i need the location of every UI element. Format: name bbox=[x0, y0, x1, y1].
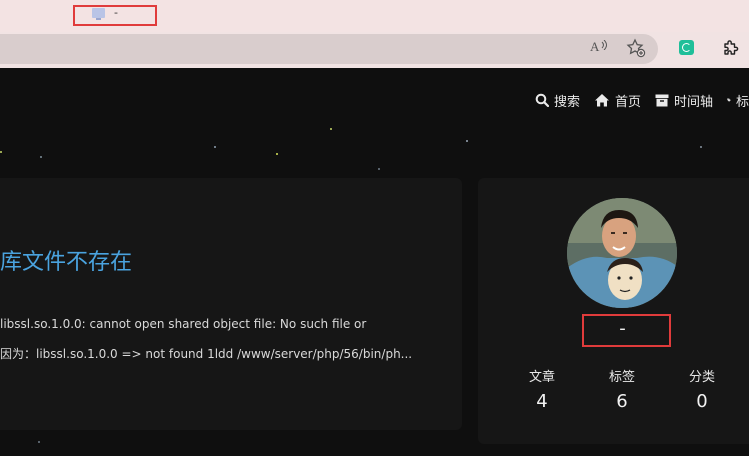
read-aloud-icon[interactable]: A bbox=[590, 39, 610, 57]
profile-name[interactable]: - bbox=[478, 318, 749, 339]
nav-home-label: 首页 bbox=[614, 94, 641, 110]
extension-icon[interactable] bbox=[679, 40, 694, 55]
nav-tags-label: 标 bbox=[735, 94, 749, 110]
top-navigation: 搜索 首页 时间轴 标 bbox=[535, 90, 749, 110]
favorite-icon[interactable] bbox=[626, 38, 646, 58]
archive-icon bbox=[655, 94, 669, 106]
address-bar[interactable] bbox=[0, 34, 658, 64]
star-decoration bbox=[700, 146, 702, 148]
post-card[interactable]: 库文件不存在 libssl.so.1.0.0: cannot open shar… bbox=[0, 178, 462, 430]
star-decoration bbox=[38, 441, 40, 443]
star-decoration bbox=[330, 128, 332, 130]
home-icon bbox=[594, 94, 609, 107]
stat-label: 分类 bbox=[688, 370, 715, 385]
browser-toolbar: A bbox=[0, 32, 749, 68]
blog-page: 搜索 首页 时间轴 标 库文件不存在 libssl.so.1.0.0: cann… bbox=[0, 68, 749, 456]
star-decoration bbox=[276, 153, 278, 155]
tab-title[interactable]: - bbox=[114, 6, 118, 19]
nav-search[interactable]: 搜索 bbox=[535, 91, 580, 110]
stat-value: 6 bbox=[616, 391, 628, 412]
post-excerpt-line: 因为：libssl.so.1.0.0 => not found 1ldd /ww… bbox=[0, 347, 413, 361]
search-icon bbox=[535, 93, 549, 107]
stat-label: 标签 bbox=[608, 370, 635, 385]
star-decoration bbox=[378, 168, 380, 170]
nav-home[interactable]: 首页 bbox=[594, 91, 641, 110]
avatar[interactable] bbox=[567, 198, 677, 308]
star-decoration bbox=[0, 151, 2, 153]
post-excerpt-line: libssl.so.1.0.0: cannot open shared obje… bbox=[0, 317, 367, 331]
star-decoration bbox=[40, 156, 42, 158]
stat-tags[interactable]: 标签 6 bbox=[592, 366, 652, 412]
star-decoration bbox=[214, 146, 216, 148]
nav-search-label: 搜索 bbox=[553, 94, 580, 110]
stat-categories[interactable]: 分类 0 bbox=[672, 366, 732, 412]
post-title[interactable]: 库文件不存在 bbox=[0, 244, 132, 276]
stat-label: 文章 bbox=[528, 370, 555, 385]
puzzle-icon[interactable] bbox=[722, 39, 740, 57]
profile-card: - 文章 4 标签 6 分类 0 bbox=[478, 178, 749, 444]
nav-tags[interactable]: 标 bbox=[727, 91, 749, 110]
star-decoration bbox=[466, 140, 468, 142]
stat-posts[interactable]: 文章 4 bbox=[512, 366, 572, 412]
browser-tab-bar: - bbox=[0, 0, 749, 32]
nav-timeline[interactable]: 时间轴 bbox=[655, 91, 713, 110]
tab-favicon-icon bbox=[92, 8, 105, 20]
nav-timeline-label: 时间轴 bbox=[673, 94, 713, 110]
stat-value: 0 bbox=[696, 391, 708, 412]
stat-value: 4 bbox=[536, 391, 548, 412]
tag-icon bbox=[727, 98, 731, 102]
